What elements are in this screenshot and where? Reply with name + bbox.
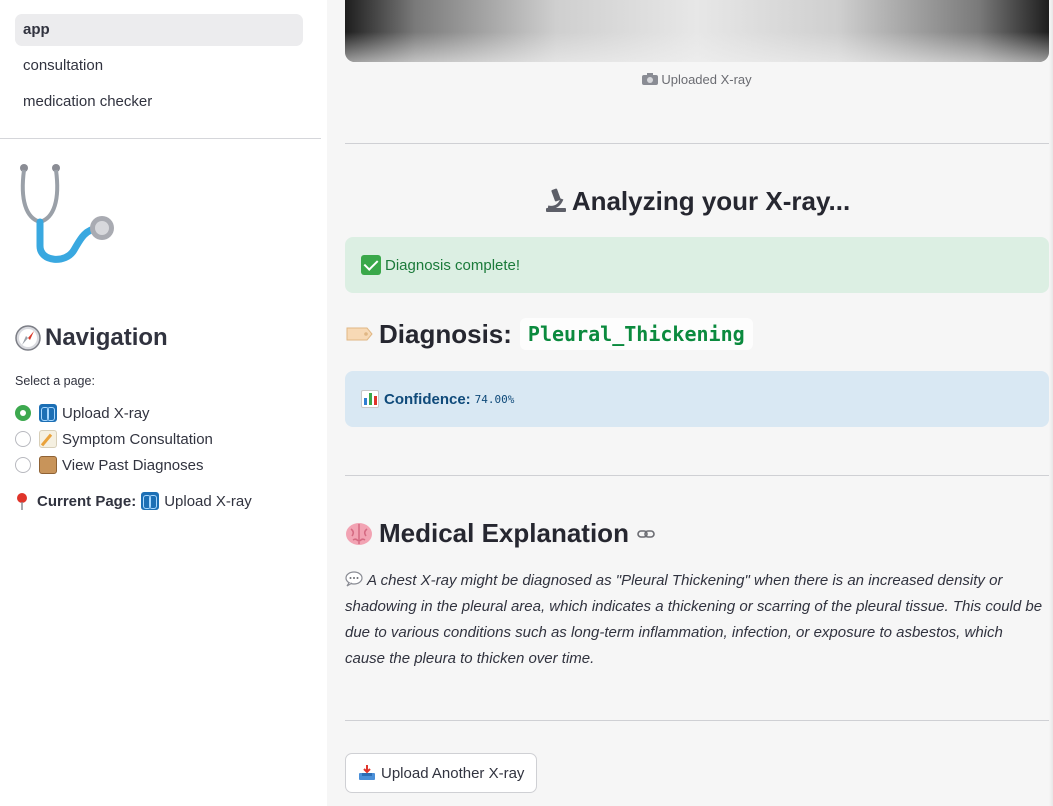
camera-icon — [642, 73, 659, 85]
nav-link-app[interactable]: app — [15, 14, 303, 46]
radio-button-checked[interactable] — [15, 405, 31, 421]
image-caption-text: Uploaded X-ray — [661, 72, 752, 87]
divider — [345, 143, 1049, 144]
main-content: Uploaded X-ray Analyzing your X-ray... D… — [327, 0, 1053, 806]
success-alert: Diagnosis complete! — [345, 237, 1049, 293]
explanation-paragraph: A chest X-ray might be diagnosed as "Ple… — [345, 568, 1045, 672]
check-mark-icon — [361, 255, 381, 275]
medical-explanation-title: Medical Explanation — [379, 518, 629, 548]
stethoscope-icon — [20, 164, 114, 263]
radio-option-upload-xray[interactable]: Upload X-ray — [15, 400, 213, 426]
radio-label: Upload X-ray — [62, 404, 150, 422]
compass-icon — [15, 325, 41, 351]
xray-icon — [39, 404, 57, 422]
bar-chart-icon — [361, 390, 379, 408]
page-radio-group: Upload X-ray Symptom Consultation View P… — [15, 400, 213, 478]
scroll-icon — [39, 456, 57, 474]
nav-link-consultation[interactable]: consultation — [15, 50, 303, 82]
upload-button-label: Upload Another X-ray — [381, 764, 525, 782]
navigation-heading: Navigation — [15, 324, 168, 352]
radio-option-view-past-diagnoses[interactable]: View Past Diagnoses — [15, 452, 213, 478]
pin-icon — [17, 493, 27, 510]
label-tag-icon — [346, 327, 373, 341]
scroll-edge — [1049, 0, 1053, 806]
current-page-label: Current Page: — [37, 492, 137, 510]
speech-bubble-icon — [345, 571, 363, 587]
analyzing-text: Analyzing your X-ray... — [571, 186, 851, 216]
diagnosis-value: Pleural_Thickening — [519, 318, 753, 350]
divider — [345, 475, 1049, 476]
select-page-label: Select a page: — [15, 374, 95, 388]
radio-button[interactable] — [15, 457, 31, 473]
radio-button[interactable] — [15, 431, 31, 447]
brain-icon — [346, 522, 372, 545]
medical-explanation-heading: Medical Explanation — [345, 518, 655, 549]
current-page-indicator: Current Page: Upload X-ray — [15, 492, 252, 510]
radio-label: View Past Diagnoses — [62, 456, 204, 474]
navigation-title: Navigation — [45, 324, 168, 351]
confidence-label: Confidence: — [384, 390, 471, 408]
radio-option-symptom-consultation[interactable]: Symptom Consultation — [15, 426, 213, 452]
explanation-text: A chest X-ray might be diagnosed as "Ple… — [345, 572, 1043, 667]
analyzing-heading: Analyzing your X-ray... — [345, 186, 1049, 217]
confidence-alert: Confidence: 74.00% — [345, 371, 1049, 427]
page-nav: app consultation medication checker — [0, 0, 327, 118]
sidebar: app consultation medication checker Navi… — [0, 0, 327, 806]
radio-label: Symptom Consultation — [62, 430, 213, 448]
image-caption: Uploaded X-ray — [345, 72, 1049, 87]
inbox-tray-icon — [359, 765, 375, 780]
diagnosis-label: Diagnosis: — [379, 318, 512, 349]
current-page-value: Upload X-ray — [164, 492, 252, 510]
nav-link-medication-checker[interactable]: medication checker — [15, 86, 303, 118]
success-message: Diagnosis complete! — [385, 256, 521, 274]
sidebar-divider — [0, 138, 321, 139]
upload-another-xray-button[interactable]: Upload Another X-ray — [345, 753, 538, 793]
confidence-value: 74.00% — [474, 392, 515, 406]
microscope-icon — [545, 188, 566, 212]
xray-icon — [141, 492, 160, 510]
memo-icon — [39, 430, 57, 448]
link-icon[interactable] — [637, 528, 655, 540]
divider — [345, 720, 1049, 721]
uploaded-xray-image — [345, 0, 1049, 62]
diagnosis-heading: Diagnosis: Pleural_Thickening — [345, 318, 753, 350]
